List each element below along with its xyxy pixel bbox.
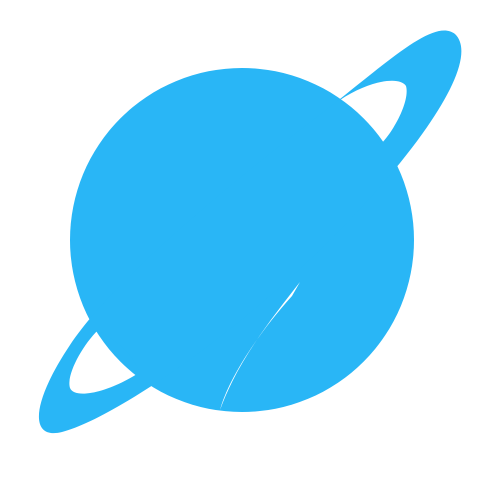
- planet-shape: [38, 30, 462, 434]
- planet-ring-icon: [38, 30, 462, 434]
- planet-logo: [0, 0, 480, 480]
